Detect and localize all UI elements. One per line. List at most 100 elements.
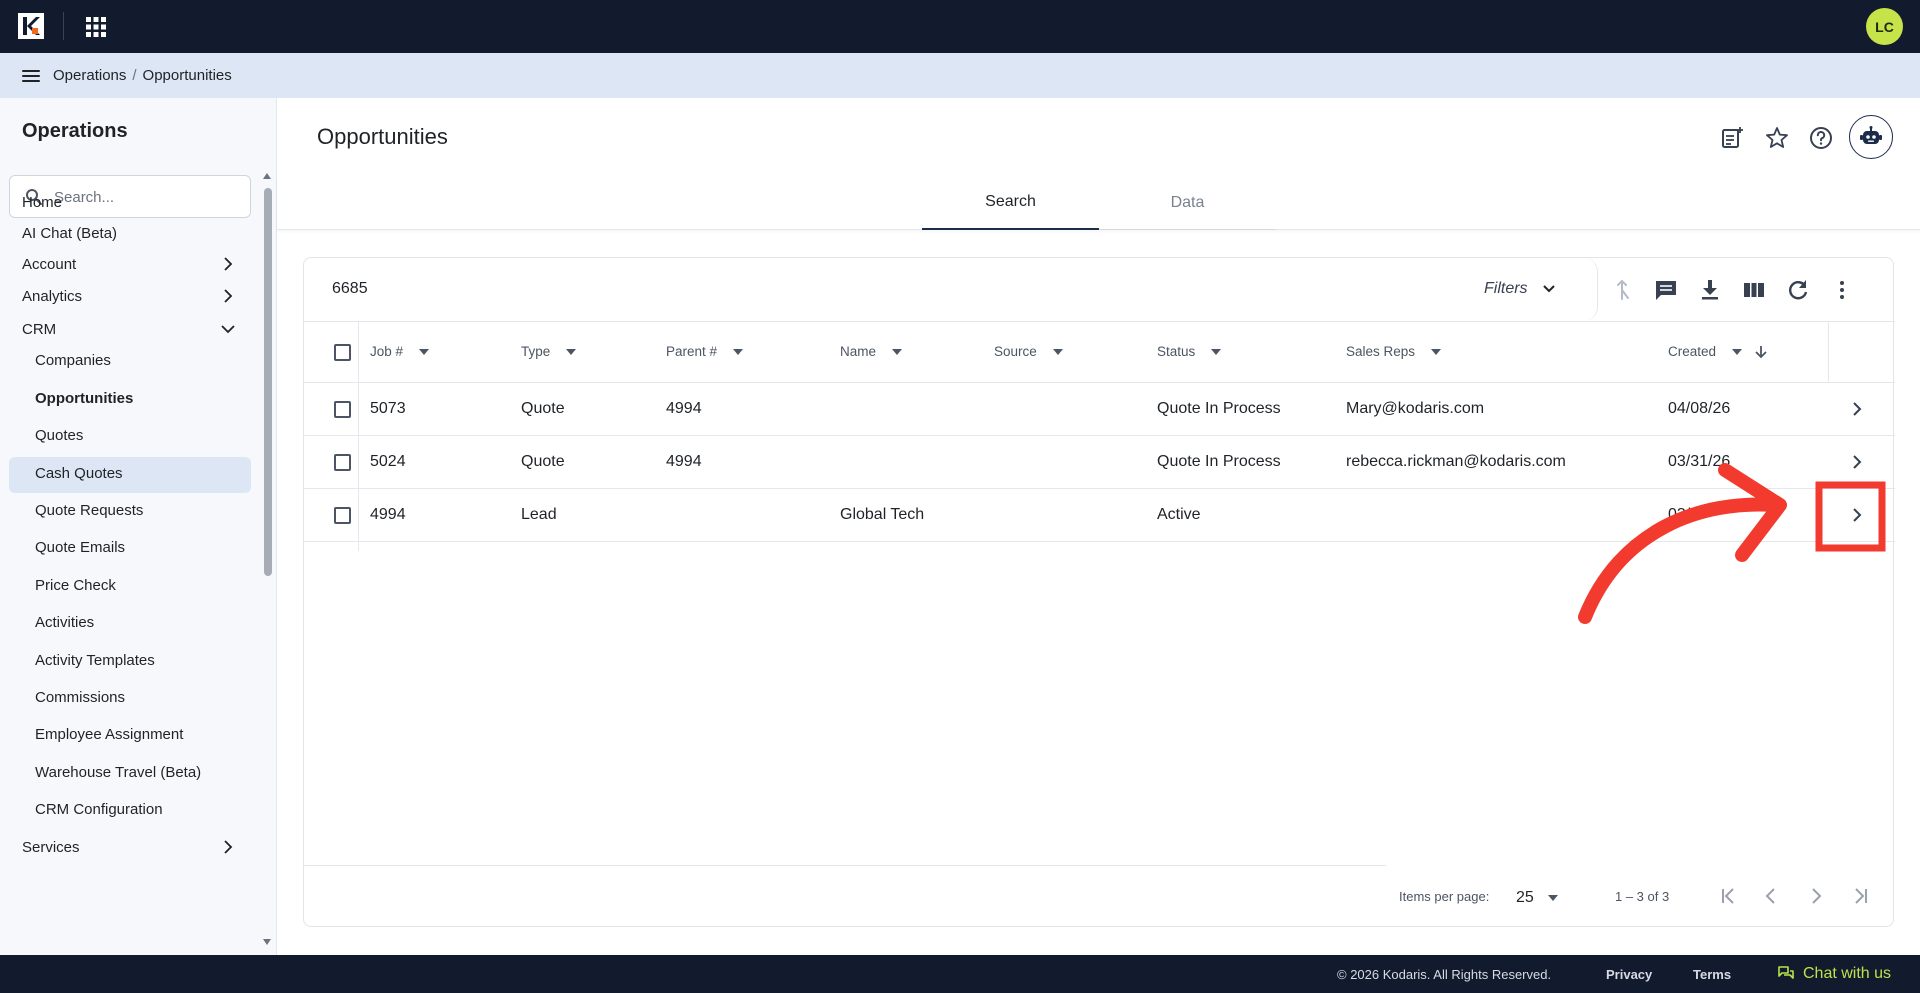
sidebar-item-analytics[interactable]: Analytics bbox=[22, 288, 82, 305]
cell-job: 4994 bbox=[370, 506, 406, 523]
sort-dropdown-icon bbox=[1431, 348, 1442, 355]
sidebar-item-employee-assignment[interactable]: Employee Assignment bbox=[35, 726, 183, 743]
sidebar-item-quote-emails[interactable]: Quote Emails bbox=[35, 539, 125, 556]
last-page-icon[interactable] bbox=[1845, 881, 1875, 911]
sidebar-item-commissions[interactable]: Commissions bbox=[35, 689, 125, 706]
sidebar-scrollbar[interactable] bbox=[264, 188, 272, 576]
sidebar-item-price-check[interactable]: Price Check bbox=[35, 577, 116, 594]
topbar-divider bbox=[63, 12, 64, 40]
sort-dropdown-icon bbox=[892, 348, 903, 355]
sidebar-item-crm-configuration[interactable]: CRM Configuration bbox=[35, 801, 163, 818]
privacy-link[interactable]: Privacy bbox=[1606, 967, 1652, 982]
chat-with-us-button[interactable]: Chat with us bbox=[1777, 963, 1891, 985]
column-header-name[interactable]: Name bbox=[840, 344, 903, 359]
cell-status: Active bbox=[1157, 506, 1201, 523]
ai-assistant-button[interactable] bbox=[1849, 115, 1893, 159]
pagination-range: 1 – 3 of 3 bbox=[1615, 889, 1670, 904]
top-bar: LC bbox=[0, 0, 1920, 53]
chevron-right-icon[interactable] bbox=[220, 288, 236, 304]
cell-type: Quote bbox=[521, 453, 565, 470]
help-icon[interactable] bbox=[1808, 125, 1834, 151]
cell-job: 5024 bbox=[370, 453, 406, 470]
column-header-job[interactable]: Job # bbox=[370, 344, 430, 359]
dropdown-arrow-icon bbox=[1547, 895, 1558, 901]
scroll-down-arrow-icon[interactable] bbox=[263, 938, 271, 946]
more-options-icon[interactable] bbox=[1829, 277, 1855, 303]
scroll-up-arrow-icon[interactable] bbox=[263, 172, 271, 180]
cell-sales-reps: Mary@kodaris.com bbox=[1346, 400, 1485, 417]
cell-type: Lead bbox=[521, 506, 557, 523]
chat-bubbles-icon bbox=[1778, 966, 1794, 979]
sidebar-item-account[interactable]: Account bbox=[22, 256, 76, 273]
columns-icon[interactable] bbox=[1741, 277, 1767, 303]
footer: © 2026 Kodaris. All Rights Reserved. Pri… bbox=[0, 955, 1920, 993]
table-row[interactable]: 4994 Lead Global Tech Active 03/ bbox=[304, 489, 1895, 542]
row-checkbox[interactable] bbox=[334, 401, 351, 418]
column-header-type[interactable]: Type bbox=[521, 344, 577, 359]
sidebar-item-ai-chat[interactable]: AI Chat (Beta) bbox=[22, 225, 117, 242]
breadcrumb-separator: / bbox=[132, 67, 137, 84]
sidebar-item-activity-templates[interactable]: Activity Templates bbox=[35, 652, 155, 669]
comment-icon[interactable] bbox=[1653, 277, 1679, 303]
star-icon[interactable] bbox=[1764, 125, 1790, 151]
sidebar-item-cash-quotes[interactable]: Cash Quotes bbox=[35, 465, 123, 482]
cell-parent: 4994 bbox=[666, 453, 702, 470]
column-header-created[interactable]: Created bbox=[1668, 344, 1768, 359]
column-header-sales-reps[interactable]: Sales Reps bbox=[1346, 344, 1442, 359]
sort-dropdown-icon bbox=[1052, 348, 1063, 355]
sidebar-item-activities[interactable]: Activities bbox=[35, 614, 94, 631]
sidebar-item-warehouse-travel[interactable]: Warehouse Travel (Beta) bbox=[35, 764, 201, 781]
tab-search[interactable]: Search bbox=[922, 176, 1099, 230]
action-column-divider bbox=[1828, 321, 1829, 383]
cell-created: 03/ bbox=[1668, 506, 1691, 523]
column-header-source[interactable]: Source bbox=[994, 344, 1063, 359]
table-header: Job # Type Parent # Name Source Status S… bbox=[304, 321, 1895, 383]
sidebar-item-crm[interactable]: CRM bbox=[22, 321, 56, 338]
tab-data[interactable]: Data bbox=[1099, 176, 1276, 230]
kodaris-logo[interactable] bbox=[18, 13, 44, 39]
apps-grid-icon[interactable] bbox=[84, 15, 108, 39]
open-row-chevron-icon[interactable] bbox=[1845, 397, 1869, 421]
table-row[interactable]: 5073 Quote 4994 Quote In Process Mary@ko… bbox=[304, 383, 1895, 436]
merge-icon[interactable] bbox=[1609, 277, 1635, 303]
sidebar-item-home[interactable]: Home bbox=[22, 194, 62, 211]
chevron-down-icon[interactable] bbox=[220, 321, 236, 337]
download-icon[interactable] bbox=[1697, 277, 1723, 303]
terms-link[interactable]: Terms bbox=[1693, 967, 1731, 982]
cell-name: Global Tech bbox=[840, 506, 925, 523]
refresh-icon[interactable] bbox=[1785, 277, 1811, 303]
hamburger-menu-icon[interactable] bbox=[20, 65, 42, 87]
sort-dropdown-icon bbox=[566, 348, 577, 355]
sidebar-item-quote-requests[interactable]: Quote Requests bbox=[35, 502, 143, 519]
sidebar-item-opportunities[interactable]: Opportunities bbox=[35, 390, 133, 407]
open-row-chevron-icon[interactable] bbox=[1845, 503, 1869, 527]
table-row[interactable]: 5024 Quote 4994 Quote In Process rebecca… bbox=[304, 436, 1895, 489]
sidebar-item-companies[interactable]: Companies bbox=[35, 352, 111, 369]
row-checkbox[interactable] bbox=[334, 454, 351, 471]
breadcrumb-opportunities: Opportunities bbox=[142, 67, 232, 84]
row-checkbox[interactable] bbox=[334, 507, 351, 524]
filters-label: Filters bbox=[1484, 280, 1528, 297]
sidebar: Operations Home AI Chat (Beta) Account A… bbox=[0, 98, 277, 955]
first-page-icon[interactable] bbox=[1714, 881, 1744, 911]
sort-dropdown-icon bbox=[733, 348, 744, 355]
table-footer-divider bbox=[304, 865, 1386, 866]
filters-button[interactable]: Filters bbox=[1484, 274, 1558, 304]
items-per-page-select[interactable]: 25 bbox=[1516, 885, 1576, 911]
cell-sales-reps: rebecca.rickman@kodaris.com bbox=[1346, 453, 1566, 470]
select-all-checkbox[interactable] bbox=[334, 344, 351, 361]
breadcrumb: Operations / Opportunities bbox=[53, 67, 232, 84]
next-page-icon[interactable] bbox=[1801, 881, 1831, 911]
sidebar-item-quotes[interactable]: Quotes bbox=[35, 427, 83, 444]
column-header-status[interactable]: Status bbox=[1157, 344, 1222, 359]
sidebar-search-input[interactable] bbox=[54, 186, 239, 208]
chevron-right-icon[interactable] bbox=[220, 256, 236, 272]
chevron-right-icon[interactable] bbox=[220, 839, 236, 855]
column-header-parent[interactable]: Parent # bbox=[666, 344, 744, 359]
previous-page-icon[interactable] bbox=[1756, 881, 1786, 911]
open-row-chevron-icon[interactable] bbox=[1845, 450, 1869, 474]
breadcrumb-operations[interactable]: Operations bbox=[53, 67, 126, 84]
add-note-icon[interactable] bbox=[1719, 125, 1745, 151]
user-avatar[interactable]: LC bbox=[1866, 8, 1903, 45]
sidebar-item-services[interactable]: Services bbox=[22, 839, 80, 856]
